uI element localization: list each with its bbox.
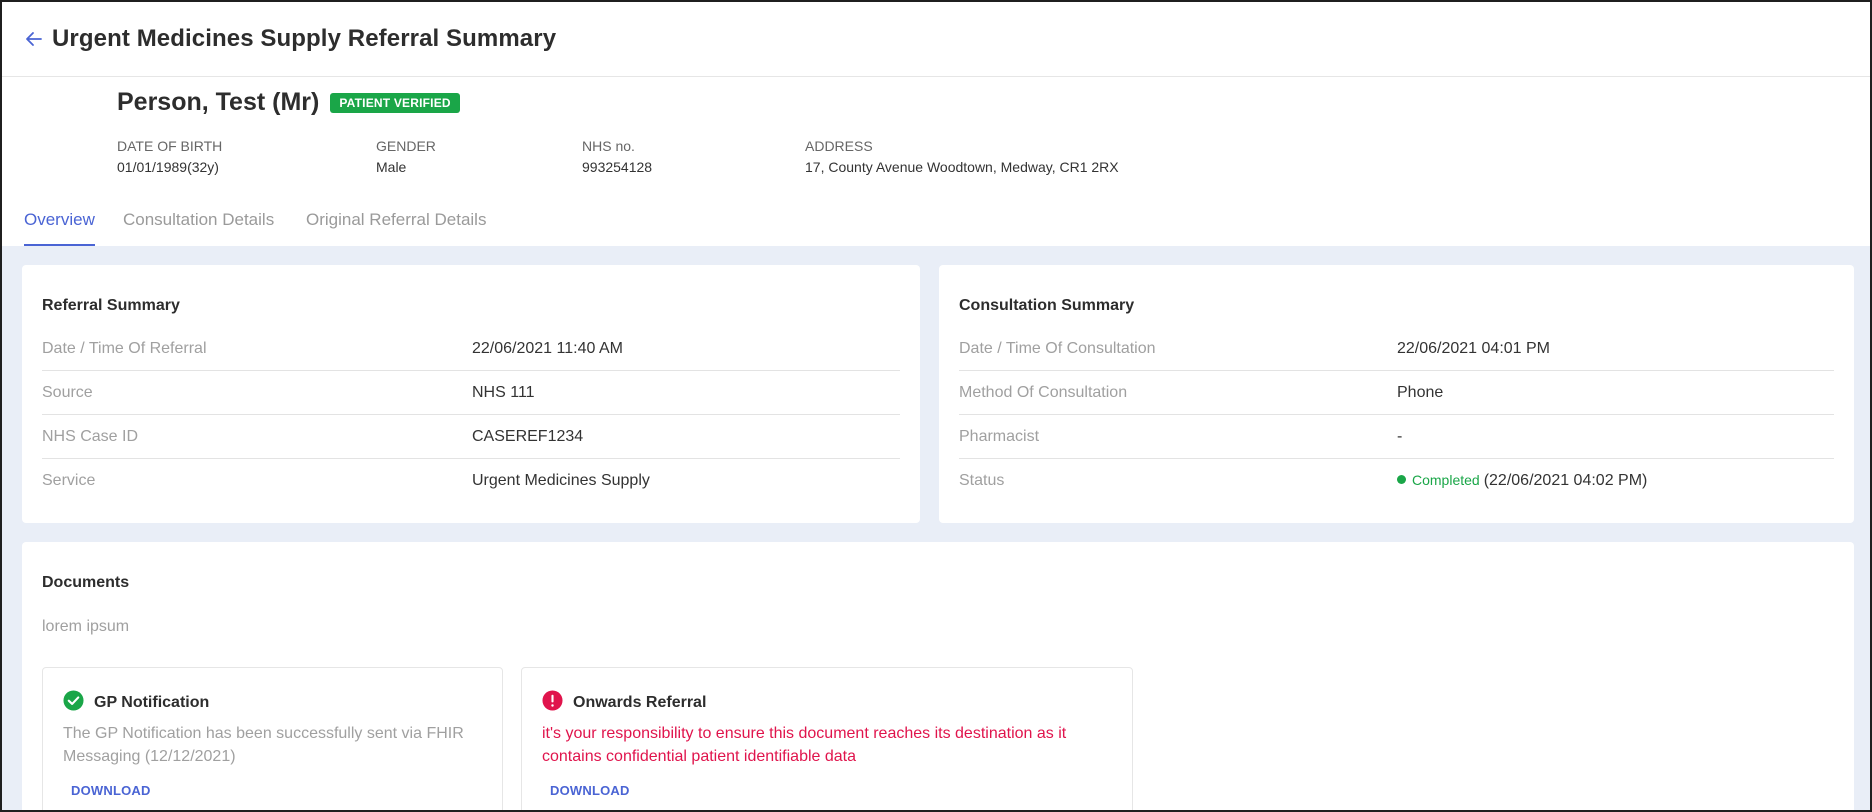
tab-overview[interactable]: Overview <box>24 204 95 246</box>
referral-row-service: Service Urgent Medicines Supply <box>42 459 900 503</box>
dob-field: DATE OF BIRTH 01/01/1989(32y) <box>117 138 222 175</box>
referral-case-id-label: NHS Case ID <box>42 427 139 445</box>
app-frame: Urgent Medicines Supply Referral Summary… <box>0 0 1872 812</box>
tab-original-referral-details[interactable]: Original Referral Details <box>306 204 486 246</box>
referral-source-label: Source <box>42 383 93 401</box>
consultation-datetime-value: 22/06/2021 04:01 PM <box>1397 339 1551 357</box>
onwards-referral-title: Onwards Referral <box>573 694 707 711</box>
consultation-datetime-label: Date / Time Of Consultation <box>959 339 1156 357</box>
consultation-summary-card: Consultation Summary Date / Time Of Cons… <box>939 265 1854 523</box>
referral-row-case-id: NHS Case ID CASEREF1234 <box>42 415 900 459</box>
consultation-status-label: Status <box>959 472 1005 489</box>
gender-value: Male <box>376 159 407 175</box>
referral-summary-title: Referral Summary <box>42 297 180 314</box>
check-circle-icon <box>63 690 84 716</box>
referral-datetime-label: Date / Time Of Referral <box>42 339 207 357</box>
documents-subtitle: lorem ipsum <box>42 618 130 635</box>
patient-name: Person, Test (Mr) <box>117 88 320 116</box>
documents-card: Documents lorem ipsum GP Notification Th… <box>22 542 1854 810</box>
tab-consultation-details[interactable]: Consultation Details <box>123 204 274 246</box>
referral-datetime-value: 22/06/2021 11:40 AM <box>472 339 623 357</box>
gp-notification-title: GP Notification <box>94 694 210 711</box>
nhs-number-field: NHS no. 993254128 <box>582 138 652 175</box>
patient-verified-badge: PATIENT VERIFIED <box>330 92 460 113</box>
patient-banner: Person, Test (Mr) PATIENT VERIFIED <box>117 88 460 117</box>
onwards-referral-download-button[interactable]: DOWNLOAD <box>550 783 630 798</box>
referral-service-label: Service <box>42 472 96 489</box>
referral-summary-card: Referral Summary Date / Time Of Referral… <box>22 265 920 523</box>
status-time: (22/06/2021 04:02 PM) <box>1483 472 1648 489</box>
onwards-referral-card: Onwards Referral it's your responsibilit… <box>521 667 1133 810</box>
consultation-summary-title: Consultation Summary <box>959 297 1135 314</box>
nhs-number-value: 993254128 <box>582 159 653 175</box>
onwards-referral-description: it's your responsibility to ensure this … <box>542 725 1067 765</box>
consultation-row-method: Method Of Consultation Phone <box>959 371 1834 415</box>
back-arrow-icon[interactable] <box>24 27 48 51</box>
consultation-row-status: Status Completed (22/06/2021 04:02 PM) <box>959 459 1834 503</box>
page-header: Urgent Medicines Supply Referral Summary <box>2 2 1870 77</box>
dob-value: 01/01/1989(32y) <box>117 159 219 175</box>
gp-notification-description: The GP Notification has been successfull… <box>63 725 464 765</box>
referral-case-id-value: CASEREF1234 <box>472 427 584 445</box>
consultation-pharmacist-label: Pharmacist <box>959 427 1040 445</box>
page-title: Urgent Medicines Supply Referral Summary <box>52 25 557 52</box>
consultation-pharmacist-value: - <box>1397 427 1403 445</box>
referral-service-value: Urgent Medicines Supply <box>472 472 650 489</box>
consultation-method-label: Method Of Consultation <box>959 383 1128 401</box>
nhs-number-label: NHS no. <box>582 138 635 154</box>
gender-field: GENDER Male <box>376 138 436 175</box>
gp-notification-download-button[interactable]: DOWNLOAD <box>71 783 151 798</box>
referral-source-value: NHS 111 <box>472 383 535 401</box>
address-label: ADDRESS <box>805 138 873 154</box>
consultation-method-value: Phone <box>1397 383 1444 401</box>
gender-label: GENDER <box>376 138 436 154</box>
consultation-status-value: Completed (22/06/2021 04:02 PM) <box>1397 472 1647 490</box>
documents-title: Documents <box>42 574 130 591</box>
gp-notification-card: GP Notification The GP Notification has … <box>42 667 503 810</box>
address-value: 17, County Avenue Woodtown, Medway, CR1 … <box>805 159 1119 175</box>
referral-row-datetime: Date / Time Of Referral 22/06/2021 11:40… <box>42 327 900 371</box>
status-dot-icon <box>1397 475 1406 485</box>
address-field: ADDRESS 17, County Avenue Woodtown, Medw… <box>805 138 1119 175</box>
consultation-row-pharmacist: Pharmacist - <box>959 415 1834 459</box>
status-text: Completed <box>1412 472 1480 488</box>
referral-row-source: Source NHS 111 <box>42 371 900 415</box>
consultation-row-datetime: Date / Time Of Consultation 22/06/2021 0… <box>959 327 1834 371</box>
alert-circle-icon <box>542 690 563 716</box>
dob-label: DATE OF BIRTH <box>117 138 223 154</box>
